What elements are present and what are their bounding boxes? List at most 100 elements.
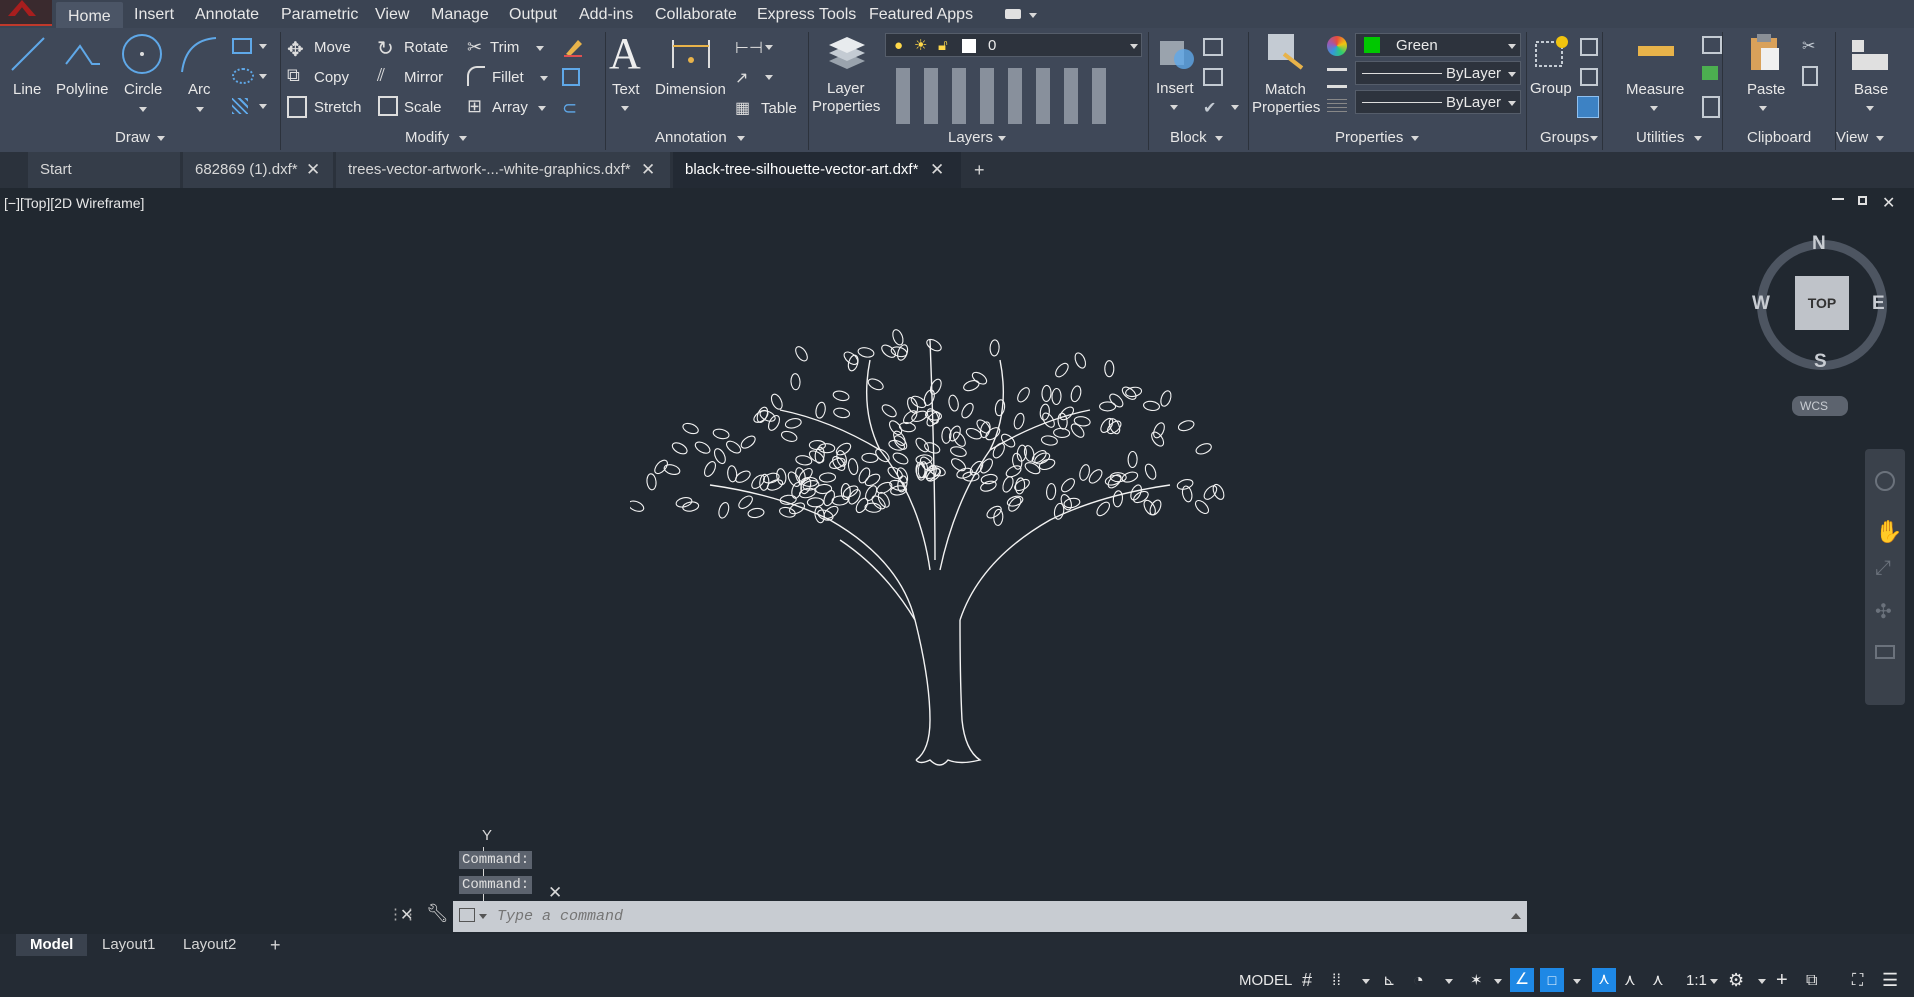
chevron-down-icon[interactable] — [1029, 13, 1037, 18]
tab-add-ins[interactable]: Add-ins — [579, 6, 633, 24]
color-wheel-icon[interactable] — [1327, 36, 1347, 56]
copy-button[interactable]: Copy — [314, 69, 349, 86]
mirror-button[interactable]: Mirror — [404, 69, 443, 86]
group-selection-icon[interactable] — [1577, 96, 1599, 118]
edit-block-icon[interactable] — [1203, 68, 1223, 86]
zoom-extents-icon[interactable]: ⤢ — [1875, 557, 1891, 580]
viewport-controls-label[interactable]: [−][Top][2D Wireframe] — [4, 195, 144, 211]
command-close-icon[interactable]: ✕ — [400, 905, 413, 925]
auto-scale-icon[interactable]: ⋏ — [1624, 964, 1636, 997]
rotate-button[interactable]: Rotate — [404, 39, 448, 56]
units-icon[interactable]: ⧉ — [1806, 964, 1817, 997]
fullscreen-icon[interactable]: ⛶ — [1852, 964, 1863, 997]
insert-block-icon[interactable] — [1156, 33, 1196, 78]
annotation-scale-icon[interactable]: ⋏ — [1652, 964, 1664, 997]
paste-icon[interactable] — [1747, 32, 1783, 79]
calculator-icon[interactable] — [1702, 96, 1720, 118]
tab-start[interactable]: Start — [28, 152, 180, 188]
compass-south[interactable]: S — [1814, 351, 1827, 373]
trim-button[interactable]: Trim — [490, 39, 519, 56]
polyline-icon[interactable] — [62, 34, 102, 79]
tab-doc-black-tree[interactable]: black-tree-silhouette-vector-art.dxf* — [673, 152, 961, 188]
camera-icon[interactable] — [1005, 9, 1021, 19]
tab-express-tools[interactable]: Express Tools — [757, 6, 856, 24]
hatch-icon[interactable] — [232, 98, 248, 114]
stretch-button[interactable]: Stretch — [314, 99, 362, 116]
annotation-visibility-icon[interactable]: ⋏ — [1592, 968, 1616, 992]
tab-collaborate[interactable]: Collaborate — [655, 6, 737, 24]
application-menu-button[interactable] — [0, 0, 52, 26]
line-button[interactable]: Line — [13, 81, 41, 98]
layer-dropdown[interactable]: ● ☀ 🔓︎ 0 — [885, 33, 1142, 57]
modify-panel-title[interactable]: Modify — [405, 129, 449, 146]
fillet-button[interactable]: Fillet — [492, 69, 524, 86]
tab-parametric[interactable]: Parametric — [281, 6, 358, 24]
clipboard-panel-title[interactable]: Clipboard — [1747, 129, 1811, 146]
showmotion-icon[interactable] — [1875, 645, 1895, 659]
polar-tracking-icon[interactable]: ◔ — [1413, 964, 1424, 997]
tab-doc-trees-vector[interactable]: trees-vector-artwork-...-white-graphics.… — [336, 152, 670, 188]
move-button[interactable]: Move — [314, 39, 351, 56]
polyline-button[interactable]: Polyline — [56, 81, 109, 98]
draw-panel-title[interactable]: Draw — [115, 129, 150, 146]
tab-output[interactable]: Output — [509, 6, 557, 24]
paste-button[interactable]: Paste — [1747, 81, 1785, 98]
view-panel-title[interactable]: View — [1836, 129, 1868, 146]
cut-icon[interactable]: ✂ — [1802, 36, 1815, 56]
explode-icon[interactable] — [562, 68, 580, 86]
block-attribute-icon[interactable]: ✔ — [1203, 98, 1216, 118]
tab-insert[interactable]: Insert — [134, 6, 174, 24]
array-button[interactable]: Array — [492, 99, 528, 116]
table-button[interactable]: Table — [761, 100, 797, 117]
quick-select-icon[interactable] — [1702, 66, 1718, 80]
ellipse-icon[interactable] — [232, 68, 254, 84]
minimize-icon[interactable] — [1832, 198, 1844, 200]
line-icon[interactable] — [8, 34, 48, 79]
restore-icon[interactable] — [1858, 196, 1867, 205]
color-dropdown[interactable]: Green — [1355, 33, 1521, 57]
grid-icon[interactable]: # — [1302, 964, 1312, 997]
workspace-gear-icon[interactable]: ⚙ — [1728, 964, 1744, 997]
layer-properties-icon[interactable] — [825, 33, 867, 78]
measure-icon[interactable] — [1638, 46, 1674, 56]
customization-menu-icon[interactable]: ☰ — [1882, 964, 1898, 997]
compass-west[interactable]: W — [1752, 293, 1770, 315]
match-properties-button-line2[interactable]: Properties — [1252, 99, 1320, 116]
close-icon[interactable]: ✕ — [641, 160, 655, 180]
command-history-expand-icon[interactable] — [1511, 913, 1521, 919]
dimension-button[interactable]: Dimension — [655, 81, 726, 98]
snap-icon[interactable]: ⁞⁞ — [1332, 964, 1341, 997]
linetype-dropdown[interactable]: ByLayer — [1355, 61, 1521, 85]
model-space-button[interactable]: MODEL — [1239, 964, 1292, 997]
group-icon[interactable] — [1532, 32, 1572, 77]
circle-button[interactable]: Circle — [124, 81, 162, 98]
copy-clip-icon[interactable] — [1802, 66, 1818, 86]
viewcube-top-face[interactable]: TOP — [1795, 276, 1849, 330]
tree-drawing[interactable] — [630, 320, 1260, 770]
leader-icon[interactable]: ↗ — [735, 68, 748, 88]
offset-icon[interactable]: ⊂ — [562, 98, 577, 119]
scale-button[interactable]: Scale — [404, 99, 442, 116]
tab-layout2[interactable]: Layout2 — [169, 934, 250, 956]
layer-tools-icon[interactable] — [888, 68, 1118, 124]
annotation-scale-value[interactable]: 1:1 — [1686, 964, 1707, 997]
steering-wheel-icon[interactable] — [1875, 471, 1895, 491]
tab-layout1[interactable]: Layout1 — [88, 934, 169, 956]
group-edit-icon[interactable] — [1580, 68, 1598, 86]
compass-east[interactable]: E — [1872, 293, 1885, 315]
insert-button[interactable]: Insert — [1156, 80, 1194, 97]
measure-button[interactable]: Measure — [1626, 81, 1684, 98]
linear-dimension-icon[interactable]: ⊢⊣ — [735, 38, 763, 58]
base-view-icon[interactable] — [1850, 38, 1890, 77]
tab-view[interactable]: View — [375, 6, 409, 24]
ungroup-icon[interactable] — [1580, 38, 1598, 56]
customize-wrench-icon[interactable]: 🔧︎ — [426, 903, 449, 924]
base-button[interactable]: Base — [1854, 81, 1888, 98]
lineweight-dropdown[interactable]: ByLayer — [1355, 90, 1521, 114]
match-properties-button-line1[interactable]: Match — [1265, 81, 1306, 98]
properties-panel-title[interactable]: Properties — [1335, 129, 1403, 146]
dimension-icon[interactable] — [669, 34, 713, 79]
block-panel-title[interactable]: Block — [1170, 129, 1207, 146]
isometric-icon[interactable]: ✶ — [1470, 964, 1483, 997]
groups-panel-title[interactable]: Groups — [1540, 129, 1589, 146]
